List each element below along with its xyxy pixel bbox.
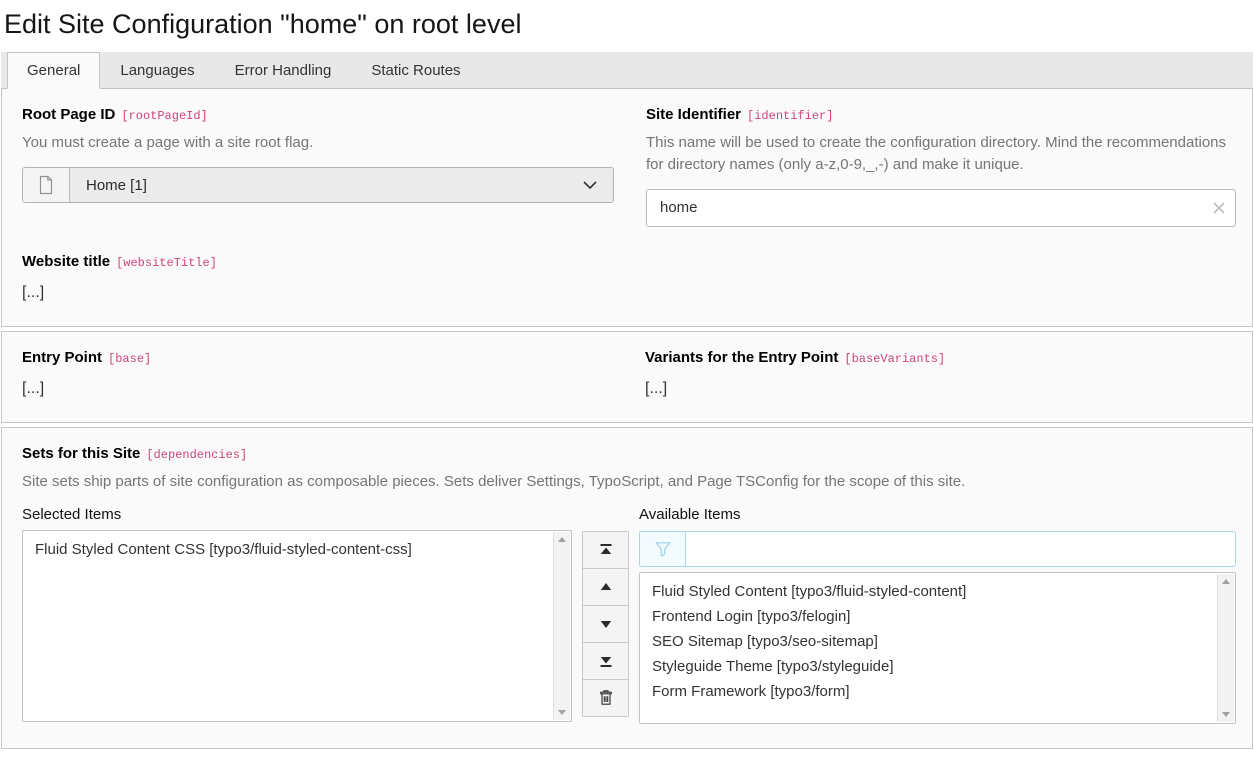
move-up-button[interactable] bbox=[582, 568, 629, 606]
site-identifier-input[interactable] bbox=[646, 189, 1236, 227]
available-items-filter-input[interactable] bbox=[685, 531, 1236, 567]
root-page-id-description: You must create a page with a site root … bbox=[22, 132, 614, 154]
selected-item[interactable]: Fluid Styled Content CSS [typo3/fluid-st… bbox=[23, 537, 549, 562]
tab-general[interactable]: General bbox=[7, 52, 100, 89]
available-item[interactable]: Form Framework [typo3/form] bbox=[640, 679, 1213, 704]
sets-label: Sets for this Site[dependencies] bbox=[22, 445, 1236, 462]
field-entry-point: Entry Point[base] [...] bbox=[22, 347, 613, 398]
tab-error-handling[interactable]: Error Handling bbox=[215, 52, 352, 88]
selected-items-label: Selected Items bbox=[22, 506, 572, 523]
root-page-select[interactable]: Home [1] bbox=[22, 167, 614, 203]
available-items-scrollbar[interactable] bbox=[1217, 574, 1234, 722]
filter-icon bbox=[639, 531, 686, 567]
move-down-button[interactable] bbox=[582, 605, 629, 643]
move-down-icon bbox=[599, 617, 613, 631]
root-page-select-value[interactable]: Home [1] bbox=[70, 168, 613, 202]
panel-entry-point: Entry Point[base] [...] Variants for the… bbox=[1, 331, 1253, 423]
site-identifier-code: [identifier] bbox=[747, 109, 833, 123]
scroll-up-icon[interactable] bbox=[558, 537, 566, 542]
website-title-code: [websiteTitle] bbox=[116, 256, 217, 270]
available-item[interactable]: Styleguide Theme [typo3/styleguide] bbox=[640, 654, 1213, 679]
available-items-filter bbox=[639, 531, 1236, 567]
panel-sets: Sets for this Site[dependencies] Site se… bbox=[1, 427, 1253, 749]
site-identifier-label: Site Identifier[identifier] bbox=[646, 106, 1236, 123]
trash-icon bbox=[598, 689, 614, 706]
tab-languages[interactable]: Languages bbox=[100, 52, 214, 88]
move-to-top-button[interactable] bbox=[582, 531, 629, 569]
field-website-title: Website title[websiteTitle] [...] bbox=[22, 253, 1236, 302]
panel-general-top: Root Page ID[rootPageId] You must create… bbox=[1, 89, 1253, 327]
available-item[interactable]: SEO Sitemap [typo3/seo-sitemap] bbox=[640, 629, 1213, 654]
entry-point-variants-code: [baseVariants] bbox=[844, 352, 945, 366]
move-up-icon bbox=[599, 580, 613, 594]
item-move-button-group bbox=[582, 531, 629, 717]
field-root-page-id: Root Page ID[rootPageId] You must create… bbox=[22, 104, 614, 227]
entry-point-code: [base] bbox=[108, 352, 151, 366]
available-item[interactable]: Fluid Styled Content [typo3/fluid-styled… bbox=[640, 579, 1213, 604]
selected-items-listbox[interactable]: Fluid Styled Content CSS [typo3/fluid-st… bbox=[22, 530, 572, 722]
page-icon bbox=[23, 168, 70, 202]
scroll-down-icon[interactable] bbox=[558, 710, 566, 715]
clear-icon[interactable] bbox=[1213, 202, 1225, 214]
field-entry-point-variants: Variants for the Entry Point[baseVariant… bbox=[645, 347, 1236, 398]
remove-item-button[interactable] bbox=[582, 679, 629, 717]
move-to-bottom-icon bbox=[599, 654, 613, 668]
website-title-label: Website title[websiteTitle] bbox=[22, 253, 1236, 270]
move-to-bottom-button[interactable] bbox=[582, 642, 629, 680]
root-page-id-code: [rootPageId] bbox=[121, 109, 207, 123]
root-page-id-label: Root Page ID[rootPageId] bbox=[22, 106, 614, 123]
page-title: Edit Site Configuration "home" on root l… bbox=[4, 8, 1253, 40]
available-item[interactable]: Frontend Login [typo3/felogin] bbox=[640, 604, 1213, 629]
tab-bar: General Languages Error Handling Static … bbox=[1, 52, 1253, 89]
move-to-top-icon bbox=[599, 543, 613, 557]
available-items-label: Available Items bbox=[639, 506, 1236, 523]
website-title-collapsed-toggle[interactable]: [...] bbox=[22, 284, 44, 302]
scroll-up-icon[interactable] bbox=[1222, 579, 1230, 584]
entry-point-variants-collapsed-toggle[interactable]: [...] bbox=[645, 380, 667, 398]
sets-description: Site sets ship parts of site configurati… bbox=[22, 471, 1236, 493]
selected-items-scrollbar[interactable] bbox=[553, 532, 570, 720]
chevron-down-icon bbox=[583, 181, 597, 190]
tab-static-routes[interactable]: Static Routes bbox=[351, 52, 480, 88]
field-site-identifier: Site Identifier[identifier] This name wi… bbox=[646, 104, 1236, 227]
site-identifier-description: This name will be used to create the con… bbox=[646, 132, 1236, 176]
entry-point-variants-label: Variants for the Entry Point[baseVariant… bbox=[645, 349, 1236, 366]
entry-point-collapsed-toggle[interactable]: [...] bbox=[22, 380, 44, 398]
sets-code: [dependencies] bbox=[146, 448, 247, 462]
available-items-listbox[interactable]: Fluid Styled Content [typo3/fluid-styled… bbox=[639, 572, 1236, 724]
entry-point-label: Entry Point[base] bbox=[22, 349, 613, 366]
scroll-down-icon[interactable] bbox=[1222, 712, 1230, 717]
